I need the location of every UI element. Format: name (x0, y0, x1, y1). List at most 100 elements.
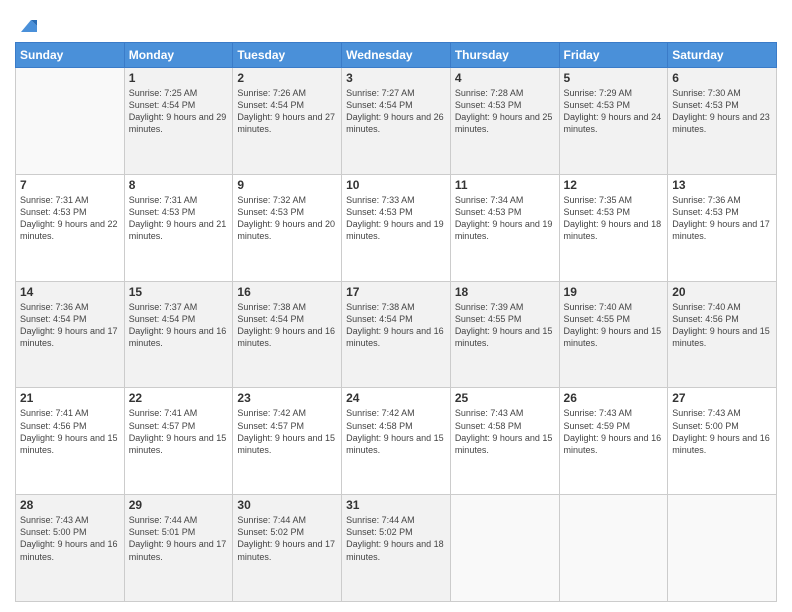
day-info: Sunrise: 7:38 AM Sunset: 4:54 PM Dayligh… (237, 301, 337, 350)
calendar-cell: 11 Sunrise: 7:34 AM Sunset: 4:53 PM Dayli… (450, 174, 559, 281)
day-info: Sunrise: 7:33 AM Sunset: 4:53 PM Dayligh… (346, 194, 446, 243)
day-info: Sunrise: 7:40 AM Sunset: 4:56 PM Dayligh… (672, 301, 772, 350)
day-info: Sunrise: 7:36 AM Sunset: 4:54 PM Dayligh… (20, 301, 120, 350)
calendar-cell (559, 495, 668, 602)
day-info: Sunrise: 7:44 AM Sunset: 5:01 PM Dayligh… (129, 514, 229, 563)
day-info: Sunrise: 7:32 AM Sunset: 4:53 PM Dayligh… (237, 194, 337, 243)
day-number: 6 (672, 71, 772, 85)
day-info: Sunrise: 7:43 AM Sunset: 4:59 PM Dayligh… (564, 407, 664, 456)
calendar-cell: 9 Sunrise: 7:32 AM Sunset: 4:53 PM Daylig… (233, 174, 342, 281)
calendar-cell: 2 Sunrise: 7:26 AM Sunset: 4:54 PM Daylig… (233, 68, 342, 175)
calendar-cell: 21 Sunrise: 7:41 AM Sunset: 4:56 PM Dayli… (16, 388, 125, 495)
day-info: Sunrise: 7:31 AM Sunset: 4:53 PM Dayligh… (129, 194, 229, 243)
calendar-cell: 23 Sunrise: 7:42 AM Sunset: 4:57 PM Dayli… (233, 388, 342, 495)
calendar-cell: 16 Sunrise: 7:38 AM Sunset: 4:54 PM Dayli… (233, 281, 342, 388)
calendar-header-wednesday: Wednesday (342, 43, 451, 68)
calendar-header-friday: Friday (559, 43, 668, 68)
day-number: 9 (237, 178, 337, 192)
day-number: 23 (237, 391, 337, 405)
day-info: Sunrise: 7:27 AM Sunset: 4:54 PM Dayligh… (346, 87, 446, 136)
calendar-week-2: 7 Sunrise: 7:31 AM Sunset: 4:53 PM Daylig… (16, 174, 777, 281)
calendar-cell: 24 Sunrise: 7:42 AM Sunset: 4:58 PM Dayli… (342, 388, 451, 495)
day-number: 16 (237, 285, 337, 299)
calendar-cell: 6Sunrise: 7:30 AM Sunset: 4:53 PM Daylig… (668, 68, 777, 175)
logo-icon (17, 14, 39, 36)
calendar-cell: 25Sunrise: 7:43 AM Sunset: 4:58 PM Dayli… (450, 388, 559, 495)
day-number: 10 (346, 178, 446, 192)
calendar-header-sunday: Sunday (16, 43, 125, 68)
day-number: 19 (564, 285, 664, 299)
day-number: 11 (455, 178, 555, 192)
day-number: 1 (129, 71, 229, 85)
day-info: Sunrise: 7:39 AM Sunset: 4:55 PM Dayligh… (455, 301, 555, 350)
day-info: Sunrise: 7:37 AM Sunset: 4:54 PM Dayligh… (129, 301, 229, 350)
day-info: Sunrise: 7:42 AM Sunset: 4:57 PM Dayligh… (237, 407, 337, 456)
day-info: Sunrise: 7:41 AM Sunset: 4:57 PM Dayligh… (129, 407, 229, 456)
calendar-cell: 7 Sunrise: 7:31 AM Sunset: 4:53 PM Daylig… (16, 174, 125, 281)
day-info: Sunrise: 7:36 AM Sunset: 4:53 PM Dayligh… (672, 194, 772, 243)
day-number: 27 (672, 391, 772, 405)
calendar-cell (668, 495, 777, 602)
day-number: 25 (455, 391, 555, 405)
day-info: Sunrise: 7:26 AM Sunset: 4:54 PM Dayligh… (237, 87, 337, 136)
calendar-cell: 4 Sunrise: 7:28 AM Sunset: 4:53 PM Daylig… (450, 68, 559, 175)
day-info: Sunrise: 7:38 AM Sunset: 4:54 PM Dayligh… (346, 301, 446, 350)
header (15, 10, 777, 36)
calendar-cell (16, 68, 125, 175)
day-info: Sunrise: 7:28 AM Sunset: 4:53 PM Dayligh… (455, 87, 555, 136)
calendar-header-monday: Monday (124, 43, 233, 68)
page: SundayMondayTuesdayWednesdayThursdayFrid… (0, 0, 792, 612)
calendar-cell: 26 Sunrise: 7:43 AM Sunset: 4:59 PM Dayli… (559, 388, 668, 495)
calendar-cell: 12 Sunrise: 7:35 AM Sunset: 4:53 PM Dayli… (559, 174, 668, 281)
calendar-header-tuesday: Tuesday (233, 43, 342, 68)
day-info: Sunrise: 7:31 AM Sunset: 4:53 PM Dayligh… (20, 194, 120, 243)
calendar-cell: 29 Sunrise: 7:44 AM Sunset: 5:01 PM Dayli… (124, 495, 233, 602)
calendar-cell: 17 Sunrise: 7:38 AM Sunset: 4:54 PM Dayli… (342, 281, 451, 388)
calendar-cell: 1 Sunrise: 7:25 AM Sunset: 4:54 PM Daylig… (124, 68, 233, 175)
day-number: 8 (129, 178, 229, 192)
day-info: Sunrise: 7:43 AM Sunset: 5:00 PM Dayligh… (672, 407, 772, 456)
calendar-cell: 10 Sunrise: 7:33 AM Sunset: 4:53 PM Dayli… (342, 174, 451, 281)
day-info: Sunrise: 7:41 AM Sunset: 4:56 PM Dayligh… (20, 407, 120, 456)
day-number: 12 (564, 178, 664, 192)
day-number: 26 (564, 391, 664, 405)
day-number: 20 (672, 285, 772, 299)
logo (15, 14, 39, 36)
calendar-cell: 30Sunrise: 7:44 AM Sunset: 5:02 PM Dayli… (233, 495, 342, 602)
day-number: 29 (129, 498, 229, 512)
day-number: 7 (20, 178, 120, 192)
day-info: Sunrise: 7:25 AM Sunset: 4:54 PM Dayligh… (129, 87, 229, 136)
day-number: 14 (20, 285, 120, 299)
day-number: 21 (20, 391, 120, 405)
day-number: 18 (455, 285, 555, 299)
calendar-cell: 5Sunrise: 7:29 AM Sunset: 4:53 PM Daylig… (559, 68, 668, 175)
day-info: Sunrise: 7:34 AM Sunset: 4:53 PM Dayligh… (455, 194, 555, 243)
calendar-cell: 20 Sunrise: 7:40 AM Sunset: 4:56 PM Dayli… (668, 281, 777, 388)
calendar-cell: 13 Sunrise: 7:36 AM Sunset: 4:53 PM Dayli… (668, 174, 777, 281)
calendar-week-5: 28 Sunrise: 7:43 AM Sunset: 5:00 PM Dayli… (16, 495, 777, 602)
day-info: Sunrise: 7:44 AM Sunset: 5:02 PM Dayligh… (346, 514, 446, 563)
day-number: 22 (129, 391, 229, 405)
day-number: 4 (455, 71, 555, 85)
calendar-cell: 15 Sunrise: 7:37 AM Sunset: 4:54 PM Dayli… (124, 281, 233, 388)
day-number: 13 (672, 178, 772, 192)
day-info: Sunrise: 7:43 AM Sunset: 5:00 PM Dayligh… (20, 514, 120, 563)
calendar-cell: 19Sunrise: 7:40 AM Sunset: 4:55 PM Dayli… (559, 281, 668, 388)
calendar-header-row: SundayMondayTuesdayWednesdayThursdayFrid… (16, 43, 777, 68)
day-number: 31 (346, 498, 446, 512)
day-info: Sunrise: 7:35 AM Sunset: 4:53 PM Dayligh… (564, 194, 664, 243)
day-info: Sunrise: 7:42 AM Sunset: 4:58 PM Dayligh… (346, 407, 446, 456)
day-info: Sunrise: 7:29 AM Sunset: 4:53 PM Dayligh… (564, 87, 664, 136)
calendar-cell: 27 Sunrise: 7:43 AM Sunset: 5:00 PM Dayli… (668, 388, 777, 495)
day-number: 15 (129, 285, 229, 299)
day-number: 2 (237, 71, 337, 85)
day-number: 28 (20, 498, 120, 512)
calendar-header-thursday: Thursday (450, 43, 559, 68)
calendar-week-1: 1 Sunrise: 7:25 AM Sunset: 4:54 PM Daylig… (16, 68, 777, 175)
calendar-cell (450, 495, 559, 602)
calendar-cell: 31 Sunrise: 7:44 AM Sunset: 5:02 PM Dayli… (342, 495, 451, 602)
calendar-cell: 14 Sunrise: 7:36 AM Sunset: 4:54 PM Dayli… (16, 281, 125, 388)
day-info: Sunrise: 7:44 AM Sunset: 5:02 PM Dayligh… (237, 514, 337, 563)
day-number: 24 (346, 391, 446, 405)
day-number: 17 (346, 285, 446, 299)
